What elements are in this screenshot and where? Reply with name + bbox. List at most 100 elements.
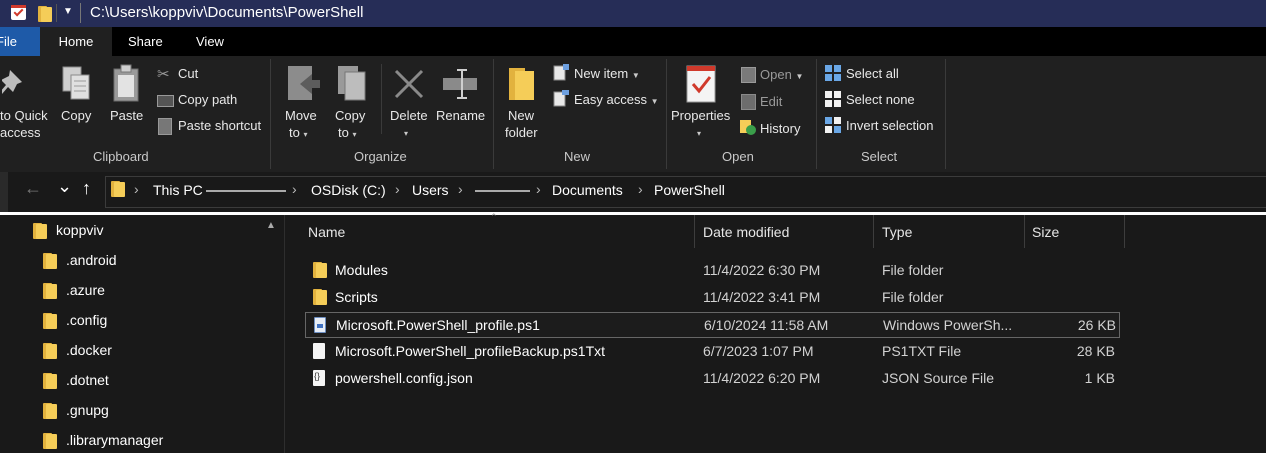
file-row[interactable]: Scripts 11/4/2022 3:41 PM File folder	[305, 285, 1120, 311]
file-date-modified: 6/10/2024 11:58 AM	[704, 317, 829, 333]
file-type: File folder	[882, 289, 944, 305]
tab-share[interactable]: Share	[128, 27, 163, 56]
nav-item-label: .librarymanager	[66, 432, 164, 448]
column-type[interactable]: Type	[882, 224, 912, 240]
select-all-label: Select all	[846, 66, 899, 81]
folder-icon	[43, 433, 57, 449]
cut-label: Cut	[178, 66, 199, 81]
copy-label: Copy	[61, 108, 92, 123]
paste-icon	[113, 64, 139, 102]
recent-locations-icon[interactable]: ⌄	[57, 176, 72, 197]
scroll-up-icon[interactable]: ▲	[266, 220, 276, 231]
history-label: History	[760, 121, 801, 136]
tab-view[interactable]: View	[196, 27, 224, 56]
ribbon-divider	[945, 59, 946, 169]
title-divider	[80, 3, 81, 23]
file-row[interactable]: Microsoft.PowerShell_profileBackup.ps1Tx…	[305, 339, 1120, 365]
tab-file[interactable]: File	[0, 27, 40, 56]
folder-icon	[43, 373, 57, 389]
ribbon: to Quick access Copy Paste ✂ Cut Copy pa…	[0, 56, 1266, 172]
rename-icon	[443, 69, 477, 99]
ribbon-divider	[816, 59, 817, 169]
back-icon[interactable]: ←	[24, 178, 42, 199]
breadcrumb-users[interactable]: Users	[412, 182, 449, 198]
breadcrumb-this-pc[interactable]: This PC	[153, 182, 203, 198]
file-size: 28 KB	[1076, 343, 1115, 359]
column-divider[interactable]	[694, 215, 695, 248]
nav-item-label: .docker	[66, 342, 112, 358]
properties-check-icon[interactable]	[11, 5, 26, 20]
copy-path-label: Copy path	[178, 92, 238, 107]
delete-caret-icon: ▾	[404, 129, 409, 138]
file-row[interactable]: powershell.config.json 11/4/2022 6:20 PM J…	[305, 366, 1120, 392]
breadcrumb-chevron-icon: ›	[134, 181, 139, 197]
pin-icon	[2, 70, 22, 94]
nav-item-label: .android	[66, 252, 117, 268]
file-name: Modules	[335, 262, 388, 278]
folder-icon	[43, 253, 57, 269]
ribbon-divider	[493, 59, 494, 169]
move-to-icon	[288, 66, 320, 100]
history-icon	[740, 120, 756, 135]
window-title: C:\Users\koppviv\Documents\PowerShell	[90, 4, 364, 21]
file-type: JSON Source File	[882, 370, 995, 386]
file-date-modified: 11/4/2022 6:20 PM	[703, 370, 821, 386]
tab-home[interactable]: Home	[40, 27, 112, 56]
new-group-label: New	[564, 149, 591, 164]
file-date-modified: 6/7/2023 1:07 PM	[703, 343, 814, 359]
customize-quick-access-icon[interactable]: ▼	[63, 6, 73, 17]
select-group-label: Select	[861, 149, 898, 164]
clipboard-group-label: Clipboard	[93, 149, 149, 164]
easy-access-icon	[553, 90, 569, 107]
edit-icon	[741, 94, 756, 110]
copy-icon	[62, 66, 90, 100]
properties-caret-icon: ▾	[697, 129, 702, 138]
column-name[interactable]: Name	[308, 224, 345, 240]
up-icon[interactable]: ↑	[82, 178, 91, 199]
nav-pane-border	[284, 215, 285, 453]
folder-icon	[43, 343, 57, 359]
column-divider[interactable]	[1024, 215, 1025, 248]
file-row[interactable]: Modules 11/4/2022 6:30 PM File folder	[305, 258, 1120, 284]
nav-item-label: .azure	[66, 282, 105, 298]
properties-icon	[686, 65, 716, 103]
copy-path-icon	[157, 95, 174, 107]
json-file-icon	[313, 370, 325, 386]
file-name: Microsoft.PowerShell_profileBackup.ps1Tx…	[335, 343, 606, 359]
folder-icon	[43, 313, 57, 329]
nav-item-label: koppviv	[56, 222, 104, 238]
column-size[interactable]: Size	[1032, 224, 1059, 240]
select-none-icon	[825, 91, 841, 107]
new-folder-label-2: folder	[505, 125, 538, 140]
open-group-label: Open	[722, 149, 754, 164]
breadcrumb-documents[interactable]: Documents	[552, 182, 623, 198]
nav-item-label: .gnupg	[66, 402, 109, 418]
file-date-modified: 11/4/2022 3:41 PM	[703, 289, 821, 305]
redaction-mark	[206, 190, 286, 192]
redaction-mark	[475, 190, 530, 192]
folder-icon	[43, 283, 57, 299]
open-label: Open ▼	[760, 67, 804, 82]
organize-divider	[381, 64, 382, 134]
breadcrumb-powershell[interactable]: PowerShell	[654, 182, 725, 198]
file-type: File folder	[882, 262, 944, 278]
nav-item-label: .dotnet	[66, 372, 109, 388]
folder-icon	[33, 223, 47, 239]
breadcrumb-osdisk[interactable]: OSDisk (C:)	[311, 182, 386, 198]
pin-label-1: to Quick	[0, 108, 48, 123]
move-to-label-2: to ▾	[289, 125, 308, 140]
file-type: PS1TXT File	[882, 343, 962, 359]
invert-selection-label: Invert selection	[846, 118, 934, 133]
column-date-modified[interactable]: Date modified	[703, 224, 789, 240]
file-type: Windows PowerSh...	[883, 317, 1013, 333]
new-folder-icon	[509, 68, 534, 100]
column-divider[interactable]	[873, 215, 874, 248]
breadcrumb-chevron-icon: ›	[536, 181, 541, 197]
properties-label: Properties	[671, 108, 731, 123]
folder-icon	[313, 289, 327, 305]
file-row[interactable]: Microsoft.PowerShell_profile.ps1 6/10/202…	[305, 312, 1120, 338]
paste-shortcut-icon	[158, 118, 172, 135]
ribbon-divider	[270, 59, 271, 169]
select-none-label: Select none	[846, 92, 915, 107]
column-divider[interactable]	[1124, 215, 1125, 248]
